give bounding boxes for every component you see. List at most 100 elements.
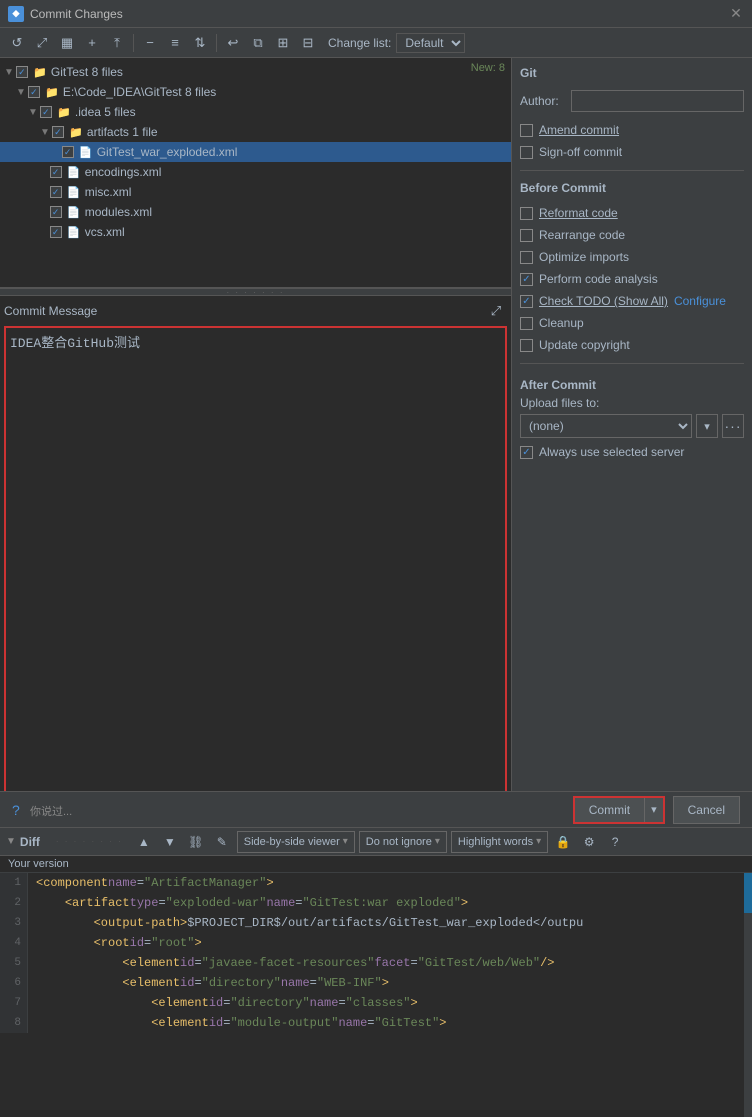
- diff-version-label: Your version: [0, 856, 752, 873]
- commit-msg-label: Commit Message: [4, 304, 97, 318]
- line-num-5: 5: [0, 953, 28, 973]
- tree-item-vcs[interactable]: ▶ ✓ 📄 vcs.xml: [0, 222, 511, 242]
- viewer-dropdown[interactable]: Side-by-side viewer ▾: [237, 831, 355, 853]
- tree-item-misc[interactable]: ▶ ✓ 📄 misc.xml: [0, 182, 511, 202]
- checkbox-encodings[interactable]: ✓: [50, 166, 62, 178]
- resize-handle[interactable]: · · · · · · ·: [0, 288, 511, 296]
- settings-button[interactable]: ⚙: [578, 831, 600, 853]
- diff-button[interactable]: ⧉: [247, 32, 269, 54]
- checkbox-ecode[interactable]: ✓: [28, 86, 40, 98]
- expand-button[interactable]: ⊞: [272, 32, 294, 54]
- rearrange-option[interactable]: Rearrange code: [520, 227, 744, 243]
- checkbox-idea[interactable]: ✓: [40, 106, 52, 118]
- line-content-8: <element id="module-output" name="GitTes…: [28, 1013, 752, 1033]
- tree-item-idea[interactable]: ▼ ✓ 📁 .idea 5 files: [0, 102, 511, 122]
- lock-button[interactable]: 🔒: [552, 831, 574, 853]
- line-num-6: 6: [0, 973, 28, 993]
- refresh-button[interactable]: ↺: [6, 32, 28, 54]
- checktodo-option[interactable]: ✓ Check TODO (Show All) Configure: [520, 293, 744, 309]
- copyright-checkbox[interactable]: [520, 339, 533, 352]
- signoff-option[interactable]: Sign-off commit: [520, 144, 744, 160]
- commit-arrow-button[interactable]: ▾: [644, 798, 663, 822]
- configure-link[interactable]: Configure: [674, 294, 726, 308]
- optimize-option[interactable]: Optimize imports: [520, 249, 744, 265]
- cleanup-option[interactable]: Cleanup: [520, 315, 744, 331]
- reformat-option[interactable]: Reformat code: [520, 205, 744, 221]
- diff-expand-arrow[interactable]: ▼: [6, 836, 16, 847]
- highlight-arrow-icon: ▾: [536, 836, 541, 847]
- indent-button[interactable]: ≡: [164, 32, 186, 54]
- tree-item-artifacts[interactable]: ▼ ✓ 📁 artifacts 1 file: [0, 122, 511, 142]
- copyright-option[interactable]: Update copyright: [520, 337, 744, 353]
- changelist-dropdown[interactable]: Default: [396, 33, 465, 53]
- amend-checkbox[interactable]: [520, 124, 533, 137]
- window-icon: ◆: [8, 6, 24, 22]
- checktodo-checkbox[interactable]: ✓: [520, 295, 533, 308]
- move2-button[interactable]: ⤒: [106, 32, 128, 54]
- codeanalysis-option[interactable]: ✓ Perform code analysis: [520, 271, 744, 287]
- highlight-dropdown[interactable]: Highlight words ▾: [451, 831, 548, 853]
- optimize-checkbox[interactable]: [520, 251, 533, 264]
- xml-icon-misc: 📄: [66, 184, 82, 200]
- diff-resize[interactable]: · · · · · · · ·: [56, 837, 123, 846]
- rearrange-checkbox[interactable]: [520, 229, 533, 242]
- tree-label: encodings.xml: [85, 165, 162, 179]
- diff-link-btn[interactable]: ⛓: [185, 831, 207, 853]
- checkbox-vcs[interactable]: ✓: [50, 226, 62, 238]
- line-num-8: 8: [0, 1013, 28, 1033]
- diff-section: ▼ Diff · · · · · · · · ▲ ▼ ⛓ ✎ Side-by-s…: [0, 827, 752, 1117]
- close-button[interactable]: ✕: [728, 6, 744, 22]
- signoff-checkbox[interactable]: [520, 146, 533, 159]
- commit-msg-header: Commit Message ⤢: [4, 300, 507, 322]
- tree-item-encodings[interactable]: ▶ ✓ 📄 encodings.xml: [0, 162, 511, 182]
- reformat-checkbox[interactable]: [520, 207, 533, 220]
- codeanalysis-checkbox[interactable]: ✓: [520, 273, 533, 286]
- view-button[interactable]: ▦: [56, 32, 78, 54]
- sort-button[interactable]: ⇅: [189, 32, 211, 54]
- ignore-dropdown[interactable]: Do not ignore ▾: [359, 831, 447, 853]
- author-input[interactable]: [571, 90, 744, 112]
- cancel-button[interactable]: Cancel: [673, 796, 740, 824]
- checkbox-gittest[interactable]: ✓: [16, 66, 28, 78]
- diff-up-btn[interactable]: ▲: [133, 831, 155, 853]
- move-button[interactable]: ⤢: [31, 32, 53, 54]
- checkbox-misc[interactable]: ✓: [50, 186, 62, 198]
- amend-option[interactable]: Amend commit: [520, 122, 744, 138]
- code-line-4: 4 <root id="root">: [0, 933, 752, 953]
- server-dots-btn[interactable]: ···: [722, 414, 744, 438]
- checkbox-gittest-xml[interactable]: ✓: [62, 146, 74, 158]
- diff-edit-btn[interactable]: ✎: [211, 831, 233, 853]
- scrollbar[interactable]: [744, 873, 752, 1117]
- diff-down-btn[interactable]: ▼: [159, 831, 181, 853]
- commit-message-input[interactable]: IDEA整合GitHub测试: [4, 326, 507, 823]
- divider2: [520, 363, 744, 364]
- folder-icon: 📁: [44, 84, 60, 100]
- collapse-button[interactable]: ⊟: [297, 32, 319, 54]
- server-dropdown[interactable]: (none): [520, 414, 692, 438]
- tree-item-ecode[interactable]: ▼ ✓ 📁 E:\Code_IDEA\GitTest 8 files: [0, 82, 511, 102]
- help-diff-button[interactable]: ?: [604, 831, 626, 853]
- cleanup-checkbox[interactable]: [520, 317, 533, 330]
- line-num-2: 2: [0, 893, 28, 913]
- commit-main-button[interactable]: Commit: [575, 798, 644, 822]
- new-badge: New: 8: [471, 62, 505, 74]
- plus-button[interactable]: +: [81, 32, 103, 54]
- scrollbar-thumb[interactable]: [744, 873, 752, 913]
- tree-item-gittest-xml[interactable]: ▶ ✓ 📄 GitTest_war_exploded.xml: [0, 142, 511, 162]
- tree-label: GitTest_war_exploded.xml: [97, 145, 238, 159]
- undo-button[interactable]: ↩: [222, 32, 244, 54]
- sep1: [133, 34, 134, 52]
- expand-commit-button[interactable]: ⤢: [485, 300, 507, 322]
- tree-item-modules[interactable]: ▶ ✓ 📄 modules.xml: [0, 202, 511, 222]
- help-icon[interactable]: ?: [12, 802, 20, 818]
- checkbox-artifacts[interactable]: ✓: [52, 126, 64, 138]
- minus-button[interactable]: −: [139, 32, 161, 54]
- always-use-row[interactable]: ✓ Always use selected server: [520, 444, 744, 460]
- code-line-5: 5 <element id="javaee-facet-resources" f…: [0, 953, 752, 973]
- tree-item-gittest[interactable]: ▼ ✓ 📁 GitTest 8 files: [0, 62, 511, 82]
- right-panel: Git Author: Amend commit Sign-off commit…: [512, 58, 752, 827]
- always-use-checkbox[interactable]: ✓: [520, 446, 533, 459]
- commit-button-group[interactable]: Commit ▾: [573, 796, 665, 824]
- checkbox-modules[interactable]: ✓: [50, 206, 62, 218]
- server-dropdown-arrow[interactable]: ▾: [696, 414, 718, 438]
